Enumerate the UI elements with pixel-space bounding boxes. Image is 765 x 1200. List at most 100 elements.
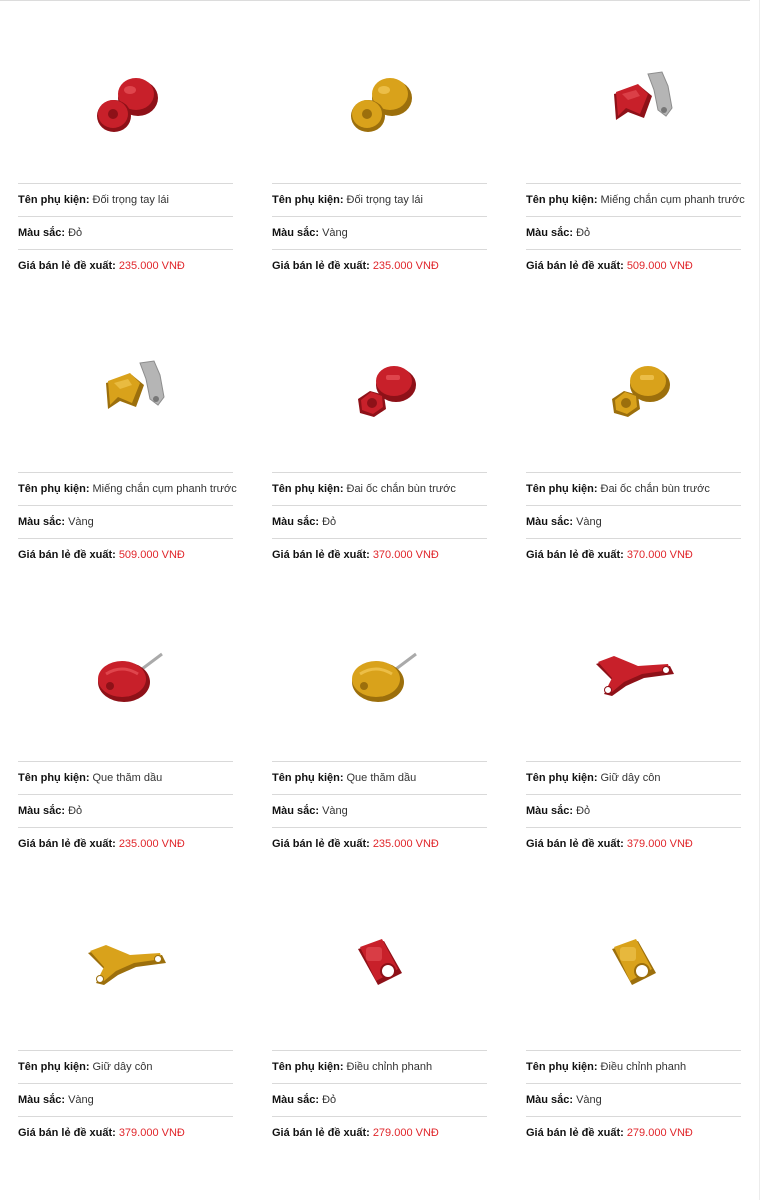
brake-adjuster-icon <box>357 938 402 985</box>
color-label: Màu sắc: <box>526 805 574 817</box>
spec-color-row: Màu sắc: Vàng <box>18 505 233 538</box>
color-label: Màu sắc: <box>18 227 66 239</box>
spec-price-row: Giá bán lẻ đề xuất: 279.000 VNĐ <box>272 1116 487 1149</box>
scrollbar-track[interactable] <box>759 0 760 1200</box>
product-grid: Tên phụ kiện: Đối trọng tay lái Màu sắc: Đ… <box>18 18 745 1174</box>
product-card: Tên phụ kiện: Điều chỉnh phanh Màu sắc: Và… <box>526 885 741 1174</box>
product-image[interactable] <box>18 885 233 1050</box>
product-name: Điều chỉnh phanh <box>346 1061 433 1073</box>
product-card: Tên phụ kiện: Que thăm dầu Màu sắc: Đỏ Giá… <box>18 596 233 885</box>
oil-dipstick-icon <box>351 652 417 702</box>
product-name: Đai ốc chắn bùn trước <box>600 483 710 495</box>
name-label: Tên phụ kiện: <box>526 1061 598 1073</box>
color-label: Màu sắc: <box>272 805 320 817</box>
product-image[interactable] <box>18 307 233 472</box>
product-price: 379.000 VNĐ <box>626 838 693 850</box>
product-image[interactable] <box>18 18 233 183</box>
product-image[interactable] <box>272 18 487 183</box>
product-card: Tên phụ kiện: Miếng chắn cụm phanh trước … <box>526 18 745 307</box>
spec-color-row: Màu sắc: Đỏ <box>272 1083 487 1116</box>
product-card: Tên phụ kiện: Que thăm dầu Màu sắc: Vàng G… <box>272 596 487 885</box>
product-color: Đỏ <box>322 1094 337 1106</box>
spec-color-row: Màu sắc: Vàng <box>526 1083 741 1116</box>
product-name: Đối trọng tay lái <box>346 194 423 206</box>
product-card: Tên phụ kiện: Giữ dây côn Màu sắc: Vàng Gi… <box>18 885 233 1174</box>
brake-adjuster-icon <box>611 938 656 985</box>
spec-name-row: Tên phụ kiện: Que thăm dầu <box>272 761 487 794</box>
spec-list: Tên phụ kiện: Giữ dây côn Màu sắc: Đỏ Giá … <box>526 761 741 860</box>
name-label: Tên phụ kiện: <box>272 194 344 206</box>
product-image[interactable] <box>272 885 487 1050</box>
product-color: Đỏ <box>576 227 591 239</box>
product-name: Que thăm dầu <box>346 772 417 784</box>
spec-price-row: Giá bán lẻ đề xuất: 370.000 VNĐ <box>272 538 487 571</box>
spec-list: Tên phụ kiện: Đai ốc chắn bùn trước Màu s… <box>526 472 741 571</box>
color-label: Màu sắc: <box>526 1094 574 1106</box>
spec-list: Tên phụ kiện: Miếng chắn cụm phanh trước … <box>526 183 745 282</box>
product-price: 370.000 VNĐ <box>372 549 439 561</box>
price-label: Giá bán lẻ đề xuất: <box>18 549 116 561</box>
oil-dipstick-icon <box>97 652 163 702</box>
price-label: Giá bán lẻ đề xuất: <box>272 549 370 561</box>
product-image[interactable] <box>526 885 741 1050</box>
spec-list: Tên phụ kiện: Giữ dây côn Màu sắc: Vàng Gi… <box>18 1050 233 1149</box>
product-price: 235.000 VNĐ <box>372 838 439 850</box>
price-label: Giá bán lẻ đề xuất: <box>526 838 624 850</box>
name-label: Tên phụ kiện: <box>18 772 90 784</box>
product-color: Đỏ <box>68 805 83 817</box>
spec-color-row: Màu sắc: Vàng <box>18 1083 233 1116</box>
spec-name-row: Tên phụ kiện: Giữ dây côn <box>526 761 741 794</box>
name-label: Tên phụ kiện: <box>18 194 90 206</box>
product-price: 235.000 VNĐ <box>372 260 439 272</box>
spec-list: Tên phụ kiện: Điều chỉnh phanh Màu sắc: Và… <box>526 1050 741 1149</box>
product-color: Vàng <box>322 227 348 239</box>
name-label: Tên phụ kiện: <box>272 483 344 495</box>
spec-color-row: Màu sắc: Đỏ <box>526 216 741 249</box>
spec-color-row: Màu sắc: Đỏ <box>272 505 487 538</box>
spec-color-row: Màu sắc: Vàng <box>526 505 741 538</box>
color-label: Màu sắc: <box>18 805 66 817</box>
product-card: Tên phụ kiện: Giữ dây côn Màu sắc: Đỏ Giá … <box>526 596 741 885</box>
price-label: Giá bán lẻ đề xuất: <box>526 260 624 272</box>
product-image[interactable] <box>526 307 741 472</box>
product-name: Giữ dây côn <box>600 772 661 784</box>
spec-name-row: Tên phụ kiện: Đối trọng tay lái <box>272 183 487 216</box>
name-label: Tên phụ kiện: <box>526 772 598 784</box>
spec-list: Tên phụ kiện: Đai ốc chắn bùn trước Màu s… <box>272 472 487 571</box>
color-label: Màu sắc: <box>526 516 574 528</box>
price-label: Giá bán lẻ đề xuất: <box>272 260 370 272</box>
product-card: Tên phụ kiện: Đai ốc chắn bùn trước Màu s… <box>272 307 487 596</box>
product-price: 279.000 VNĐ <box>626 1127 693 1139</box>
product-color: Vàng <box>576 1094 602 1106</box>
brake-guard-icon <box>105 359 165 409</box>
product-price: 279.000 VNĐ <box>372 1127 439 1139</box>
product-image[interactable] <box>526 18 741 183</box>
price-label: Giá bán lẻ đề xuất: <box>272 838 370 850</box>
spec-color-row: Màu sắc: Vàng <box>272 216 487 249</box>
product-color: Vàng <box>68 1094 94 1106</box>
price-label: Giá bán lẻ đề xuất: <box>18 838 116 850</box>
product-name: Giữ dây côn <box>92 1061 153 1073</box>
spec-name-row: Tên phụ kiện: Đối trọng tay lái <box>18 183 233 216</box>
product-price: 509.000 VNĐ <box>626 260 693 272</box>
spec-name-row: Tên phụ kiện: Điều chỉnh phanh <box>272 1050 487 1083</box>
product-color: Đỏ <box>322 516 337 528</box>
product-name: Đai ốc chắn bùn trước <box>346 483 456 495</box>
product-color: Vàng <box>68 516 94 528</box>
price-label: Giá bán lẻ đề xuất: <box>18 1127 116 1139</box>
top-divider <box>0 0 750 1</box>
product-name: Miếng chắn cụm phanh trước <box>600 194 745 206</box>
product-image[interactable] <box>18 596 233 761</box>
product-image[interactable] <box>272 596 487 761</box>
product-name: Điều chỉnh phanh <box>600 1061 687 1073</box>
product-price: 235.000 VNĐ <box>118 260 185 272</box>
name-label: Tên phụ kiện: <box>272 772 344 784</box>
product-image[interactable] <box>526 596 741 761</box>
product-price: 379.000 VNĐ <box>118 1127 185 1139</box>
name-label: Tên phụ kiện: <box>526 194 598 206</box>
color-label: Màu sắc: <box>526 227 574 239</box>
name-label: Tên phụ kiện: <box>18 1061 90 1073</box>
spec-price-row: Giá bán lẻ đề xuất: 235.000 VNĐ <box>272 827 487 860</box>
product-image[interactable] <box>272 307 487 472</box>
product-name: Que thăm dầu <box>92 772 163 784</box>
